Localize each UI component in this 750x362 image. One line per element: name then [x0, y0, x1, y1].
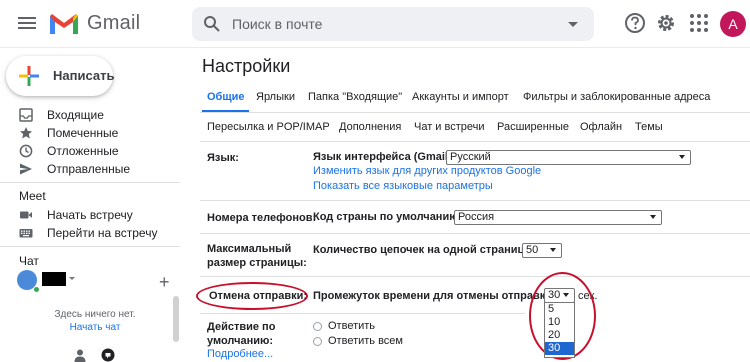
phone-numbers-label: Номера телефонов:	[207, 212, 317, 224]
undo-send-label: Отмена отправки:	[209, 290, 308, 302]
tab-forwarding-pop-imap[interactable]: Пересылка и POP/IMAP	[207, 121, 330, 133]
sidebar-item-inbox[interactable]: Входящие	[0, 106, 180, 124]
threads-per-page-value: 50	[526, 244, 539, 256]
row-divider	[200, 200, 750, 201]
chat-user-name-redacted[interactable]	[42, 272, 66, 286]
sidebar-item-starred[interactable]: Помеченные	[0, 124, 180, 142]
reply-radio[interactable]	[313, 322, 322, 331]
language-label: Язык:	[207, 152, 239, 164]
language-select[interactable]: Русский	[446, 150, 691, 165]
main-menu-icon[interactable]	[18, 14, 36, 34]
start-chat-link[interactable]: Начать чат	[0, 322, 190, 333]
sidebar-item-start-meeting[interactable]: Начать встречу	[0, 206, 180, 224]
learn-more-link[interactable]: Подробнее...	[207, 348, 273, 360]
chat-bubble-icon[interactable]	[101, 348, 115, 362]
chevron-down-icon	[679, 155, 685, 159]
keyboard-icon	[19, 229, 33, 238]
default-reply-label-line1: Действие по	[207, 321, 276, 333]
sidebar-item-join-meeting[interactable]: Перейти на встречу	[0, 224, 180, 242]
video-icon	[20, 211, 32, 219]
tab-addons[interactable]: Дополнения	[339, 121, 401, 133]
tab-themes[interactable]: Темы	[635, 121, 663, 133]
chevron-down-icon	[650, 215, 656, 219]
tab-inbox[interactable]: Папка "Входящие"	[308, 91, 402, 103]
country-code-value: Россия	[458, 211, 495, 223]
tab-chat-meet[interactable]: Чат и встречи	[414, 121, 485, 133]
sidebar-item-label: Начать встречу	[47, 208, 133, 222]
help-icon[interactable]	[624, 12, 646, 34]
threads-per-page-select[interactable]: 50	[522, 243, 562, 258]
row-divider	[200, 313, 525, 314]
tabs-divider	[200, 112, 750, 113]
search-options-icon[interactable]	[568, 22, 578, 27]
gmail-logo-icon[interactable]	[48, 12, 80, 36]
top-bar: Gmail Поиск в почте A	[0, 0, 750, 48]
inbox-icon	[19, 108, 33, 122]
reply-option-label[interactable]: Ответить	[328, 320, 375, 332]
sidebar-item-label: Помеченные	[47, 126, 119, 140]
gmail-brand-text[interactable]: Gmail	[87, 12, 140, 35]
default-reply-label-line2: умолчанию:	[207, 335, 274, 347]
chat-section-title: Чат	[19, 254, 39, 268]
dropdown-option-20[interactable]: 20	[545, 329, 574, 342]
search-icon[interactable]	[203, 15, 221, 33]
show-language-options-link[interactable]: Показать все языковые параметры	[313, 180, 493, 192]
undo-send-period-label: Промежуток времени для отмены отправки:	[313, 290, 556, 302]
meet-section-title: Meet	[19, 189, 46, 203]
online-status-icon	[33, 286, 40, 293]
dropdown-option-5[interactable]: 5	[545, 303, 574, 316]
chevron-down-icon[interactable]	[69, 277, 75, 280]
compose-button[interactable]: Написать	[6, 56, 115, 96]
chat-empty-text: Здесь ничего нет.	[54, 309, 136, 320]
search-input[interactable]: Поиск в почте	[192, 7, 594, 41]
gear-icon[interactable]	[655, 12, 677, 34]
sidebar-divider	[0, 182, 180, 183]
threads-per-page-label: Количество цепочек на одной странице:	[313, 244, 535, 256]
send-icon	[20, 163, 32, 175]
sidebar-item-label: Перейти на встречу	[47, 226, 158, 240]
tab-advanced[interactable]: Расширенные	[497, 121, 569, 133]
compose-label: Написать	[53, 68, 115, 83]
contacts-icon[interactable]	[73, 348, 87, 362]
star-icon	[20, 127, 32, 139]
row-divider	[200, 276, 750, 277]
page-size-label-line1: Максимальный	[207, 243, 292, 255]
account-avatar[interactable]: A	[720, 11, 746, 37]
language-select-value: Русский	[450, 151, 491, 163]
reply-all-radio[interactable]	[313, 337, 322, 346]
sidebar-item-snoozed[interactable]: Отложенные	[0, 142, 180, 160]
sidebar-divider	[0, 246, 180, 247]
chevron-down-icon	[550, 248, 556, 252]
plus-icon	[19, 66, 39, 86]
change-language-link[interactable]: Изменить язык для других продуктов Googl…	[313, 165, 541, 177]
page-title: Настройки	[202, 56, 291, 76]
tab-accounts-import[interactable]: Аккаунты и импорт	[412, 91, 509, 103]
clock-icon	[19, 144, 33, 158]
new-chat-plus-icon[interactable]: +	[159, 272, 170, 293]
dropdown-option-10[interactable]: 10	[545, 316, 574, 329]
sidebar-scrollbar[interactable]	[173, 296, 179, 342]
language-field-label: Язык интерфейса (Gmail):	[313, 151, 456, 163]
default-reply-label: Действие по умолчанию:	[207, 320, 275, 348]
country-code-select[interactable]: Россия	[454, 210, 662, 225]
tab-filters-blocked[interactable]: Фильтры и заблокированные адреса	[523, 91, 710, 103]
sidebar-item-label: Входящие	[47, 108, 104, 122]
tab-general[interactable]: Общие	[207, 91, 245, 103]
tab-offline[interactable]: Офлайн	[580, 121, 622, 133]
dropdown-option-30-selected[interactable]: 30	[545, 342, 574, 355]
sidebar-item-label: Отправленные	[47, 162, 131, 176]
tabs-divider	[200, 141, 750, 142]
undo-send-dropdown-list[interactable]: 5 10 20 30	[544, 302, 575, 358]
row-divider	[200, 233, 750, 234]
tab-labels[interactable]: Ярлыки	[256, 91, 295, 103]
country-code-label: Код страны по умолчанию:	[313, 211, 463, 223]
search-placeholder: Поиск в почте	[232, 16, 323, 32]
reply-all-option-label[interactable]: Ответить всем	[328, 335, 403, 347]
page-size-label: Максимальный размер страницы:	[207, 242, 307, 270]
gmail-window: Gmail Поиск в почте A Написать Входящие …	[0, 0, 750, 362]
apps-grid-icon[interactable]	[688, 12, 710, 34]
sidebar-item-label: Отложенные	[47, 144, 119, 158]
sidebar-item-sent[interactable]: Отправленные	[0, 160, 180, 178]
page-size-label-line2: размер страницы:	[207, 257, 307, 269]
